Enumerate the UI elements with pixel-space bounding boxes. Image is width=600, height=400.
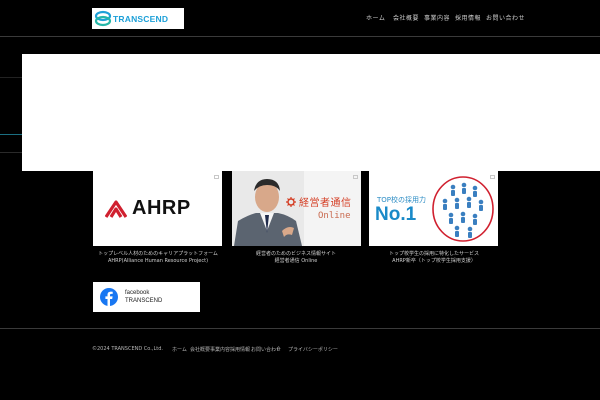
card-title: 経営者通信 [299, 198, 352, 209]
hero-banner [22, 54, 600, 171]
gear-icon [286, 196, 296, 207]
caption-line: 経営者のためのビジネス情報サイト [255, 251, 336, 257]
ahrp-logo-text: AHRP [132, 197, 191, 219]
footer-link-home[interactable]: ホーム [172, 346, 187, 353]
nav-business[interactable]: 事業内容 [424, 13, 450, 22]
external-link-icon [214, 175, 219, 179]
card-keieisha-caption[interactable]: 経営者のためのビジネス情報サイト 経営者通信 Online [226, 251, 366, 265]
card-ahrp-caption[interactable]: トップレベル人材のためのキャリアプラットフォーム AHRP(Alliance H… [88, 251, 228, 265]
people-icon [432, 176, 494, 242]
footer-divider [0, 328, 600, 329]
card-ahrp[interactable]: AHRP [93, 171, 222, 246]
footer-link-company[interactable]: 会社概要 [190, 346, 210, 353]
hero-left-accent [0, 134, 22, 135]
caption-line: 経営者通信 Online [274, 258, 318, 264]
facebook-page-name: TRANSCEND [125, 298, 163, 304]
external-link-icon [353, 175, 358, 179]
ahrp-logo-icon [105, 199, 127, 218]
nav-contact[interactable]: お問い合わせ [486, 13, 525, 22]
card-keieisha-tsushin[interactable]: 経営者通信 Online [232, 171, 361, 246]
footer-separator: / [277, 346, 279, 352]
hero-left-strip [0, 77, 22, 78]
footer-link-recruit[interactable]: 採用情報 [230, 346, 250, 353]
card-no1-caption[interactable]: トップ校学生の採用に特化したサービス AHRP新卒（トップ校学生採用支援） [364, 251, 504, 265]
facebook-icon [100, 288, 118, 306]
card-subtitle: Online [318, 211, 351, 221]
main-nav: ホーム 会社概要 事業内容 採用情報 お問い合わせ [0, 13, 600, 23]
nav-company[interactable]: 会社概要 [393, 13, 419, 22]
nav-recruit[interactable]: 採用情報 [455, 13, 481, 22]
copyright-text: ©2024 TRANSCEND Co.,Ltd. [92, 346, 163, 352]
facebook-widget[interactable]: facebook TRANSCEND [93, 282, 200, 312]
footer-link-privacy[interactable]: プライバシーポリシー [288, 346, 338, 353]
caption-line: AHRP新卒（トップ校学生採用支援） [392, 258, 476, 264]
caption-line: トップレベル人材のためのキャリアプラットフォーム [98, 251, 218, 257]
caption-line: トップ校学生の採用に特化したサービス [388, 251, 479, 257]
card-no1-recruiting[interactable]: TOP校の採用力 No.1 [369, 171, 498, 246]
hero-left-divider [0, 152, 22, 153]
facebook-label: facebook [125, 290, 150, 296]
nav-home[interactable]: ホーム [366, 13, 385, 22]
caption-line: AHRP(Alliance Human Resource Project) [107, 258, 209, 264]
footer-link-business[interactable]: 事業内容 [210, 346, 230, 353]
card-headline: No.1 [375, 204, 417, 225]
header-divider [0, 36, 600, 37]
